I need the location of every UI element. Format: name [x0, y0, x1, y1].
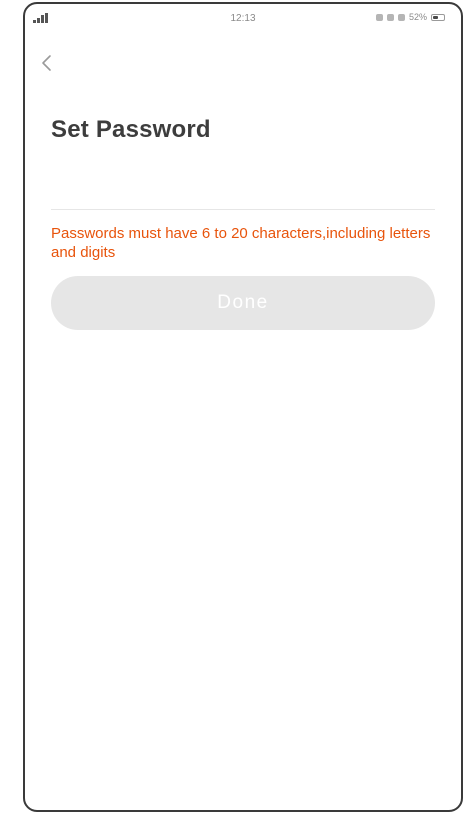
chevron-left-icon — [42, 55, 51, 71]
status-icons: 52% — [375, 12, 445, 22]
phone-screen: 12:13 52% Set Password Passwords must ha… — [23, 2, 463, 812]
done-label: Done — [217, 292, 269, 313]
alarm-icon — [375, 13, 383, 21]
battery-fill — [433, 15, 439, 19]
password-field[interactable] — [51, 166, 435, 210]
page-title: Set Password — [51, 116, 211, 143]
status-bar: 12:13 52% — [25, 4, 461, 40]
done-button[interactable]: Done — [51, 276, 435, 330]
back-button[interactable] — [33, 48, 63, 78]
password-hint: Passwords must have 6 to 20 characters,i… — [51, 225, 431, 261]
battery-percent: 52% — [408, 12, 427, 22]
battery-icon — [431, 13, 445, 21]
wifi-icon — [386, 13, 394, 21]
sim-icon — [397, 13, 405, 21]
